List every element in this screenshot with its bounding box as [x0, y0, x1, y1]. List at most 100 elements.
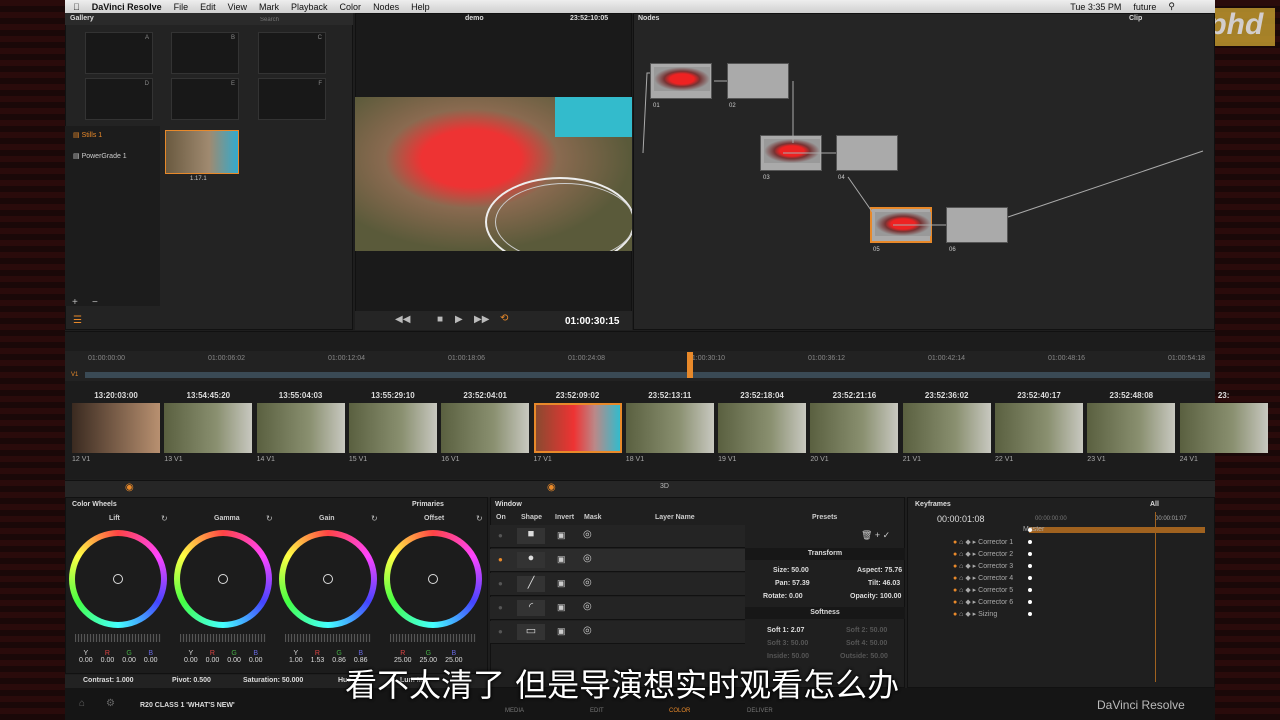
spotlight-icon[interactable]: ⚲	[1168, 1, 1175, 12]
menu-mark[interactable]: Mark	[259, 2, 279, 12]
keyframe-track[interactable]: ● ⌂ ◆ ▸ Corrector 1	[953, 538, 1013, 546]
wheel-channel-value[interactable]: R 0.00	[206, 650, 220, 664]
clip-thumbnail[interactable]	[1179, 403, 1268, 453]
size-value[interactable]: Size: 50.00	[773, 567, 809, 574]
keyframe-marker[interactable]	[1028, 600, 1032, 604]
app-menu[interactable]: DaVinci Resolve	[92, 2, 162, 12]
contrast-value[interactable]: Contrast: 1.000	[83, 677, 134, 684]
wheels-mode-dropdown[interactable]: Primaries	[412, 501, 444, 508]
clip-thumbnail[interactable]	[902, 403, 991, 453]
keyframe-marker[interactable]	[1028, 564, 1032, 568]
clip-thumbnail[interactable]	[164, 403, 253, 453]
window-shape-icon[interactable]: ╱	[517, 576, 545, 592]
soft1-value[interactable]: Soft 1: 2.07	[767, 627, 804, 634]
viewer-image[interactable]	[355, 97, 632, 251]
outside-value[interactable]: Outside: 50.00	[840, 653, 888, 660]
keyframe-marker[interactable]	[1028, 552, 1032, 556]
stop-icon[interactable]: ■	[437, 314, 443, 325]
mask-toggle[interactable]: ◎	[583, 601, 592, 612]
invert-toggle[interactable]: ▣	[557, 602, 566, 613]
master-wheel-slider[interactable]	[390, 634, 476, 642]
wheel-center-handle[interactable]	[113, 574, 123, 584]
master-keyframe-bar[interactable]	[1029, 527, 1205, 533]
window-on-toggle[interactable]: ●	[498, 579, 503, 588]
apple-icon[interactable]: 	[73, 2, 80, 12]
clip-thumbnail[interactable]	[995, 403, 1083, 453]
window-row[interactable]: ● ◜ ▣ ◎	[490, 597, 745, 620]
keyframe-marker[interactable]	[1028, 540, 1032, 544]
keyframe-playhead[interactable]	[1155, 512, 1156, 682]
menu-nodes[interactable]: Nodes	[373, 2, 399, 12]
window-on-toggle[interactable]: ●	[498, 555, 503, 564]
invert-toggle[interactable]: ▣	[557, 530, 566, 541]
mask-toggle[interactable]: ◎	[583, 529, 592, 540]
wheel-channel-value[interactable]: G 0.00	[122, 650, 136, 664]
window-on-toggle[interactable]: ●	[498, 603, 503, 612]
keyframe-marker[interactable]	[1028, 612, 1032, 616]
wheel-channel-value[interactable]: Y 1.00	[289, 650, 303, 664]
play-icon[interactable]: ▶	[455, 314, 463, 325]
window-shape-icon[interactable]: ●	[517, 552, 545, 568]
clip-thumbnail[interactable]	[256, 403, 345, 453]
still-slot-a[interactable]: A	[145, 35, 149, 41]
window-on-toggle[interactable]: ●	[498, 531, 503, 540]
tilt-value[interactable]: Tilt: 46.03	[868, 580, 900, 587]
still-slot-d[interactable]: D	[145, 81, 149, 87]
wheel-channel-value[interactable]: R 1.53	[311, 650, 325, 664]
menu-user[interactable]: future	[1133, 2, 1156, 12]
menu-help[interactable]: Help	[411, 2, 430, 12]
playhead[interactable]	[687, 352, 693, 378]
clip-thumbnail[interactable]	[1087, 403, 1176, 453]
rotate-value[interactable]: Rotate: 0.00	[763, 593, 803, 600]
saturation-value[interactable]: Saturation: 50.000	[243, 677, 303, 684]
home-icon[interactable]: ⌂	[79, 698, 85, 709]
soft3-value[interactable]: Soft 3: 50.00	[767, 640, 808, 647]
clip-thumbnail[interactable]	[625, 403, 714, 453]
clip-thumbnail[interactable]	[718, 403, 807, 453]
loop-icon[interactable]: ⟲	[500, 313, 508, 324]
reset-icon[interactable]: ↻	[266, 514, 273, 523]
wheel-channel-value[interactable]: Y 0.00	[184, 650, 198, 664]
window-tab-icon[interactable]: ◉	[547, 482, 556, 493]
keyframe-marker[interactable]	[1028, 588, 1032, 592]
aspect-value[interactable]: Aspect: 75.76	[857, 567, 902, 574]
remove-icon[interactable]: −	[92, 297, 98, 308]
gallery-search-input[interactable]	[260, 15, 340, 24]
preset-actions[interactable]: 🗑 + ✓	[861, 530, 890, 541]
album-stills-1[interactable]: ▤ Stills 1	[73, 131, 102, 139]
window-row[interactable]: ● ● ▣ ◎	[490, 549, 745, 572]
project-name[interactable]: demo	[465, 15, 484, 22]
keyframe-track[interactable]: ● ⌂ ◆ ▸ Corrector 3	[953, 562, 1013, 570]
invert-toggle[interactable]: ▣	[557, 578, 566, 589]
reset-icon[interactable]: ↻	[371, 514, 378, 523]
page-color[interactable]: COLOR	[669, 708, 690, 714]
menu-color[interactable]: Color	[340, 2, 362, 12]
pan-value[interactable]: Pan: 57.39	[775, 580, 810, 587]
color-wheel[interactable]	[384, 530, 482, 628]
wheel-channel-value[interactable]: B 0.00	[249, 650, 263, 664]
clip-thumbnail[interactable]	[72, 403, 160, 453]
menu-clock[interactable]: Tue 3:35 PM	[1070, 2, 1121, 12]
gallery-still-thumbnail[interactable]	[165, 130, 239, 174]
color-wheel[interactable]	[174, 530, 272, 628]
window-on-toggle[interactable]: ●	[498, 627, 503, 636]
keyframe-track[interactable]: ● ⌂ ◆ ▸ Corrector 4	[953, 574, 1013, 582]
settings-icon[interactable]: ⚙	[106, 698, 115, 709]
invert-toggle[interactable]: ▣	[557, 554, 566, 565]
window-row[interactable]: ● ▭ ▣ ◎	[490, 621, 745, 644]
wheel-channel-value[interactable]: G 0.00	[227, 650, 241, 664]
page-deliver[interactable]: DELIVER	[747, 708, 773, 714]
invert-toggle[interactable]: ▣	[557, 626, 566, 637]
page-edit[interactable]: EDIT	[590, 708, 604, 714]
keyframes-filter-dropdown[interactable]: All	[1150, 501, 1159, 508]
soft4-value[interactable]: Soft 4: 50.00	[846, 640, 887, 647]
window-shape-inner[interactable]	[495, 183, 632, 251]
add-icon[interactable]: +	[72, 297, 78, 308]
mask-toggle[interactable]: ◎	[583, 553, 592, 564]
menu-playback[interactable]: Playback	[291, 2, 328, 12]
mask-toggle[interactable]: ◎	[583, 625, 592, 636]
keyframe-track[interactable]: ● ⌂ ◆ ▸ Corrector 2	[953, 550, 1013, 558]
track-v1-strip[interactable]	[85, 372, 1210, 378]
color-wheel[interactable]	[69, 530, 167, 628]
menu-edit[interactable]: Edit	[200, 2, 216, 12]
